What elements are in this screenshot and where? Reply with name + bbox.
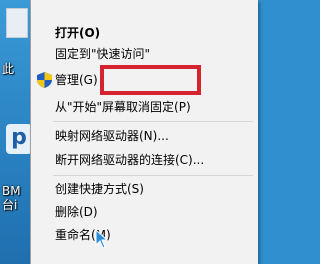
menu-separator xyxy=(53,121,253,122)
manage-highlight-box xyxy=(100,65,201,95)
menu-item-disconnect-drive[interactable]: 断开网络驱动器的连接(C)... xyxy=(31,149,259,171)
menu-item-label: 打开(O) xyxy=(55,26,101,40)
menu-item-rename[interactable]: 重命名(M) xyxy=(31,224,259,246)
desktop-file-icon[interactable] xyxy=(6,8,28,38)
menu-item-label: 创建快捷方式(S) xyxy=(55,182,144,196)
menu-item-label: 映射网络驱动器(N)... xyxy=(55,129,169,143)
menu-item-label: 删除(D) xyxy=(55,205,98,219)
desktop-app-icon[interactable]: p xyxy=(6,124,32,154)
context-menu: 打开(O) 固定到"快速访问" 管理(G) 从"开始"屏幕取消固定(P) 映射网… xyxy=(30,0,258,264)
menu-item-open[interactable]: 打开(O) xyxy=(31,22,259,44)
desktop-icon-label: 此 xyxy=(2,62,15,76)
mouse-cursor-icon xyxy=(95,229,109,249)
menu-item-unpin-start[interactable]: 从"开始"屏幕取消固定(P) xyxy=(31,96,259,118)
menu-separator xyxy=(53,175,253,176)
menu-item-map-drive[interactable]: 映射网络驱动器(N)... xyxy=(31,125,259,147)
menu-item-label: 断开网络驱动器的连接(C)... xyxy=(55,153,205,167)
menu-item-create-shortcut[interactable]: 创建快捷方式(S) xyxy=(31,178,259,200)
menu-item-delete[interactable]: 删除(D) xyxy=(31,201,259,223)
shield-icon xyxy=(37,72,52,88)
desktop-icon-label: BM xyxy=(2,184,21,198)
menu-item-label: 从"开始"屏幕取消固定(P) xyxy=(55,100,191,114)
desktop-icon-label: 台i xyxy=(2,198,18,212)
menu-item-pin-quick-access[interactable]: 固定到"快速访问" xyxy=(31,43,259,65)
menu-item-label: 管理(G) xyxy=(55,73,98,87)
menu-item-label: 固定到"快速访问" xyxy=(55,47,151,61)
